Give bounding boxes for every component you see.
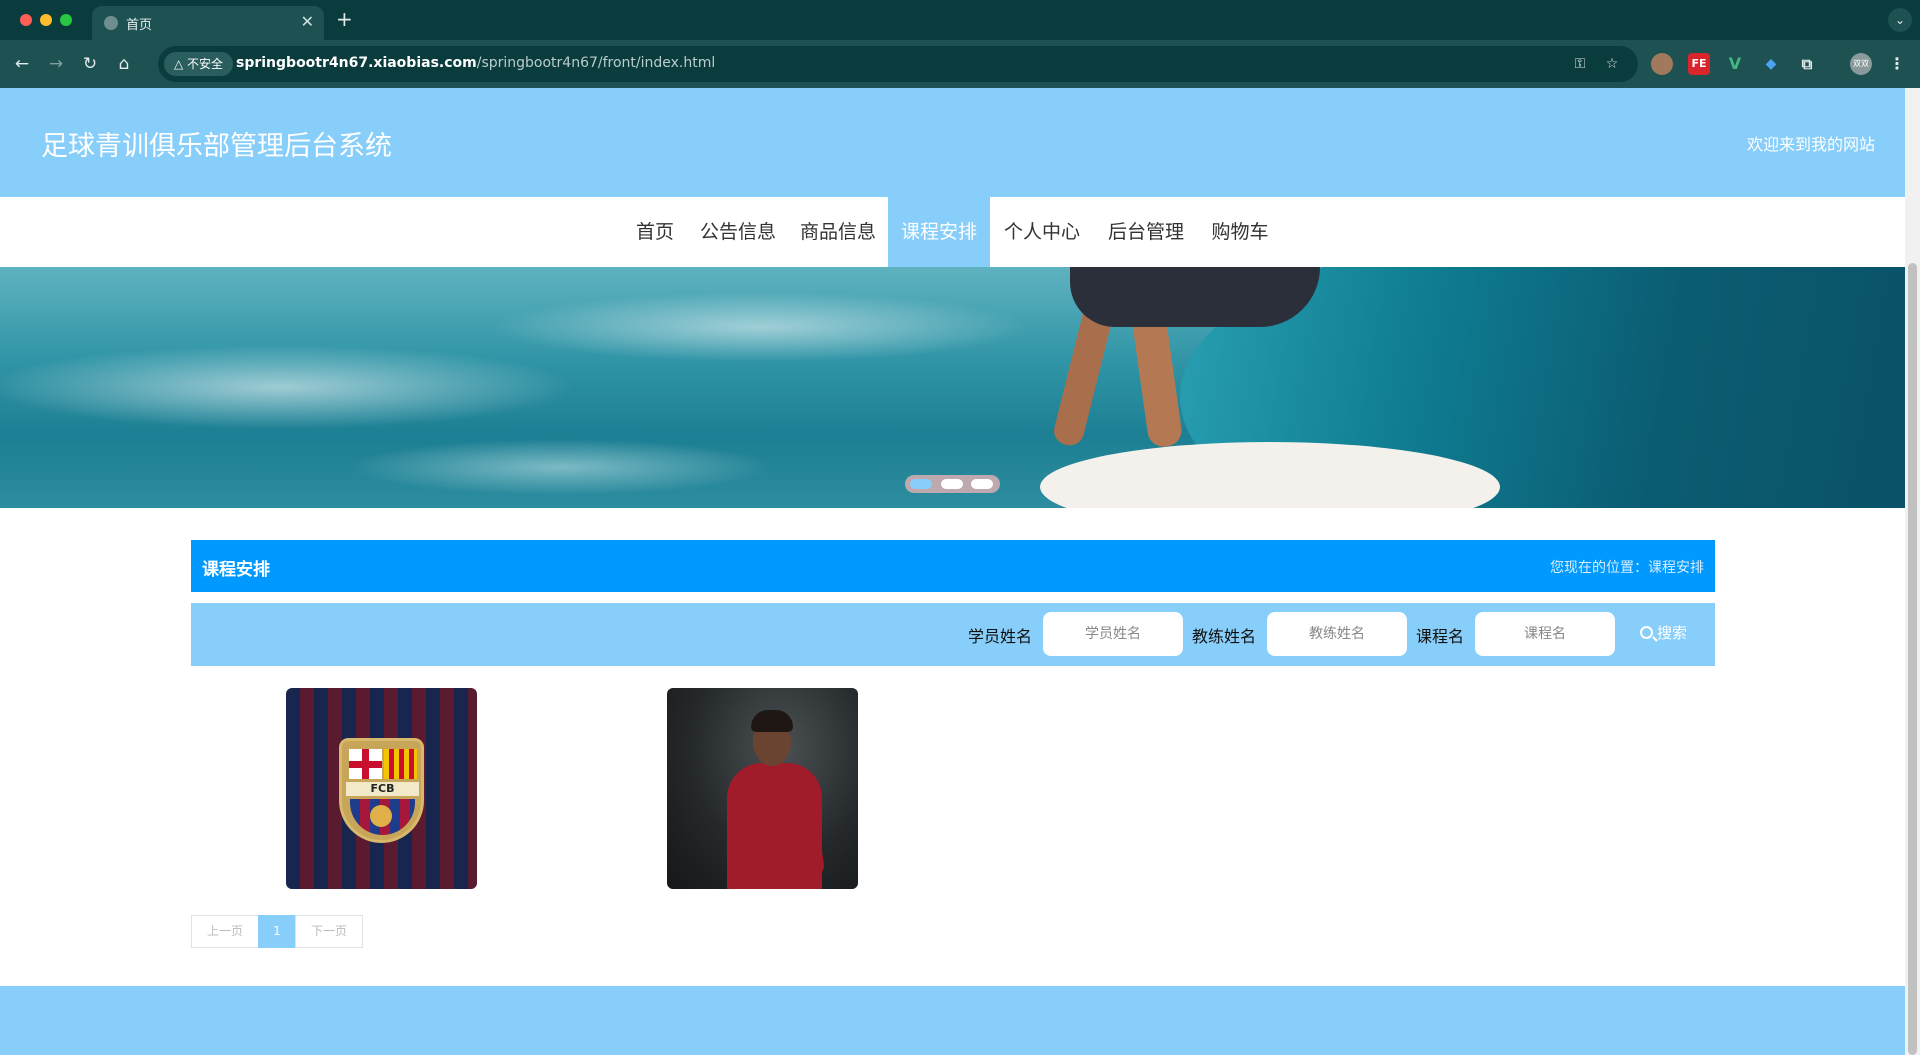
vue-extension-icon[interactable]: V xyxy=(1724,53,1746,75)
fc-barcelona-crest-icon: FCB xyxy=(339,738,424,843)
breadcrumb: 您现在的位置：课程安排 xyxy=(1550,560,1704,576)
extension-avatar-icon[interactable] xyxy=(1651,53,1673,75)
prev-page-button[interactable]: 上一页 xyxy=(191,915,259,948)
minimize-window-button[interactable] xyxy=(40,14,52,26)
url-path: /springbootr4n67/front/index.html xyxy=(476,55,716,71)
search-button[interactable]: 搜索 xyxy=(1640,622,1687,643)
page-button-current[interactable]: 1 xyxy=(258,915,296,948)
section-title-bar: 课程安排 您现在的位置：课程安排 xyxy=(191,540,1715,592)
coach-name-label: 教练姓名 xyxy=(1192,627,1257,646)
page-viewport: 足球青训俱乐部管理后台系统 欢迎来到我的网站 首页 公告信息 商品信息 课程安排… xyxy=(0,88,1920,1055)
profile-avatar[interactable]: 双双 xyxy=(1850,53,1872,75)
next-page-button[interactable]: 下一页 xyxy=(295,915,363,948)
extensions-puzzle-icon[interactable]: ⧉ xyxy=(1796,53,1818,75)
password-key-icon[interactable]: ⚿ xyxy=(1570,54,1590,74)
close-window-button[interactable] xyxy=(20,14,32,26)
fe-extension-icon[interactable]: FE xyxy=(1688,53,1710,75)
not-secure-chip[interactable]: △ 不安全 xyxy=(164,52,234,76)
crest-band-text: FCB xyxy=(346,782,419,796)
browser-tab[interactable]: 首页 ✕ xyxy=(92,6,324,40)
search-button-label: 搜索 xyxy=(1657,624,1688,642)
address-bar[interactable]: △ 不安全 springbootr4n67.xiaobias.com/sprin… xyxy=(158,46,1638,82)
url-host: springbootr4n67.xiaobias.com xyxy=(236,55,477,71)
player-hair-shape xyxy=(751,710,793,732)
tab-title: 首页 xyxy=(126,18,153,33)
forward-icon[interactable]: → xyxy=(44,52,68,76)
main-nav: 首页 公告信息 商品信息 课程安排 个人中心 后台管理 购物车 xyxy=(0,197,1905,267)
hero-banner[interactable] xyxy=(0,267,1905,508)
coach-name-input[interactable] xyxy=(1267,612,1407,656)
site-footer xyxy=(0,986,1905,1055)
globe-icon xyxy=(104,16,118,30)
carousel-dot-2[interactable] xyxy=(941,479,963,489)
nav-item-announcements[interactable]: 公告信息 xyxy=(690,197,786,267)
carousel-dot-3[interactable] xyxy=(971,479,993,489)
scrollbar-thumb[interactable] xyxy=(1908,263,1917,1055)
tab-close-icon[interactable]: ✕ xyxy=(301,12,314,31)
browser-menu-icon[interactable]: ⋮ xyxy=(1886,53,1908,75)
search-icon xyxy=(1640,626,1653,639)
page: 足球青训俱乐部管理后台系统 欢迎来到我的网站 首页 公告信息 商品信息 课程安排… xyxy=(0,88,1905,1055)
course-card-player[interactable] xyxy=(667,688,858,889)
course-name-label: 课程名 xyxy=(1416,627,1465,646)
carousel-dot-1[interactable] xyxy=(910,479,932,489)
course-card-barcelona[interactable]: FCB xyxy=(286,688,477,889)
nav-item-cart[interactable]: 购物车 xyxy=(1202,197,1278,267)
nav-item-personal-center[interactable]: 个人中心 xyxy=(994,197,1090,267)
reload-icon[interactable]: ↻ xyxy=(78,52,102,76)
site-title: 足球青训俱乐部管理后台系统 xyxy=(41,131,392,162)
bookmark-star-icon[interactable]: ☆ xyxy=(1602,54,1622,74)
search-bar: 学员姓名 教练姓名 课程名 搜索 xyxy=(191,603,1715,666)
tab-search-button[interactable]: ⌄ xyxy=(1888,8,1912,32)
back-icon[interactable]: ← xyxy=(10,52,34,76)
nav-item-admin[interactable]: 后台管理 xyxy=(1098,197,1194,267)
student-name-input[interactable] xyxy=(1043,612,1183,656)
site-header: 足球青训俱乐部管理后台系统 欢迎来到我的网站 xyxy=(0,88,1905,197)
browser-tab-bar: 首页 ✕ + ⌄ xyxy=(0,0,1920,40)
url-text[interactable]: springbootr4n67.xiaobias.com/springbootr… xyxy=(236,55,715,71)
section-title: 课程安排 xyxy=(202,560,270,580)
page-scrollbar[interactable] xyxy=(1905,88,1920,1055)
crest-ball xyxy=(370,805,392,827)
nav-item-products[interactable]: 商品信息 xyxy=(790,197,886,267)
crest-cross-horizontal xyxy=(349,761,382,768)
surfer-body-shape xyxy=(1070,267,1320,327)
gem-extension-icon[interactable]: ◆ xyxy=(1760,53,1782,75)
carousel-indicators xyxy=(905,475,1000,493)
home-icon[interactable]: ⌂ xyxy=(112,52,136,76)
nav-item-home[interactable]: 首页 xyxy=(625,197,685,267)
crest-stripes xyxy=(384,749,417,779)
new-tab-button[interactable]: + xyxy=(336,7,353,31)
nav-item-course-schedule[interactable]: 课程安排 xyxy=(888,197,990,267)
student-name-label: 学员姓名 xyxy=(968,627,1033,646)
maximize-window-button[interactable] xyxy=(60,14,72,26)
course-name-input[interactable] xyxy=(1475,612,1615,656)
browser-toolbar: ← → ↻ ⌂ △ 不安全 springbootr4n67.xiaobias.c… xyxy=(0,40,1920,88)
welcome-text: 欢迎来到我的网站 xyxy=(1746,135,1875,154)
